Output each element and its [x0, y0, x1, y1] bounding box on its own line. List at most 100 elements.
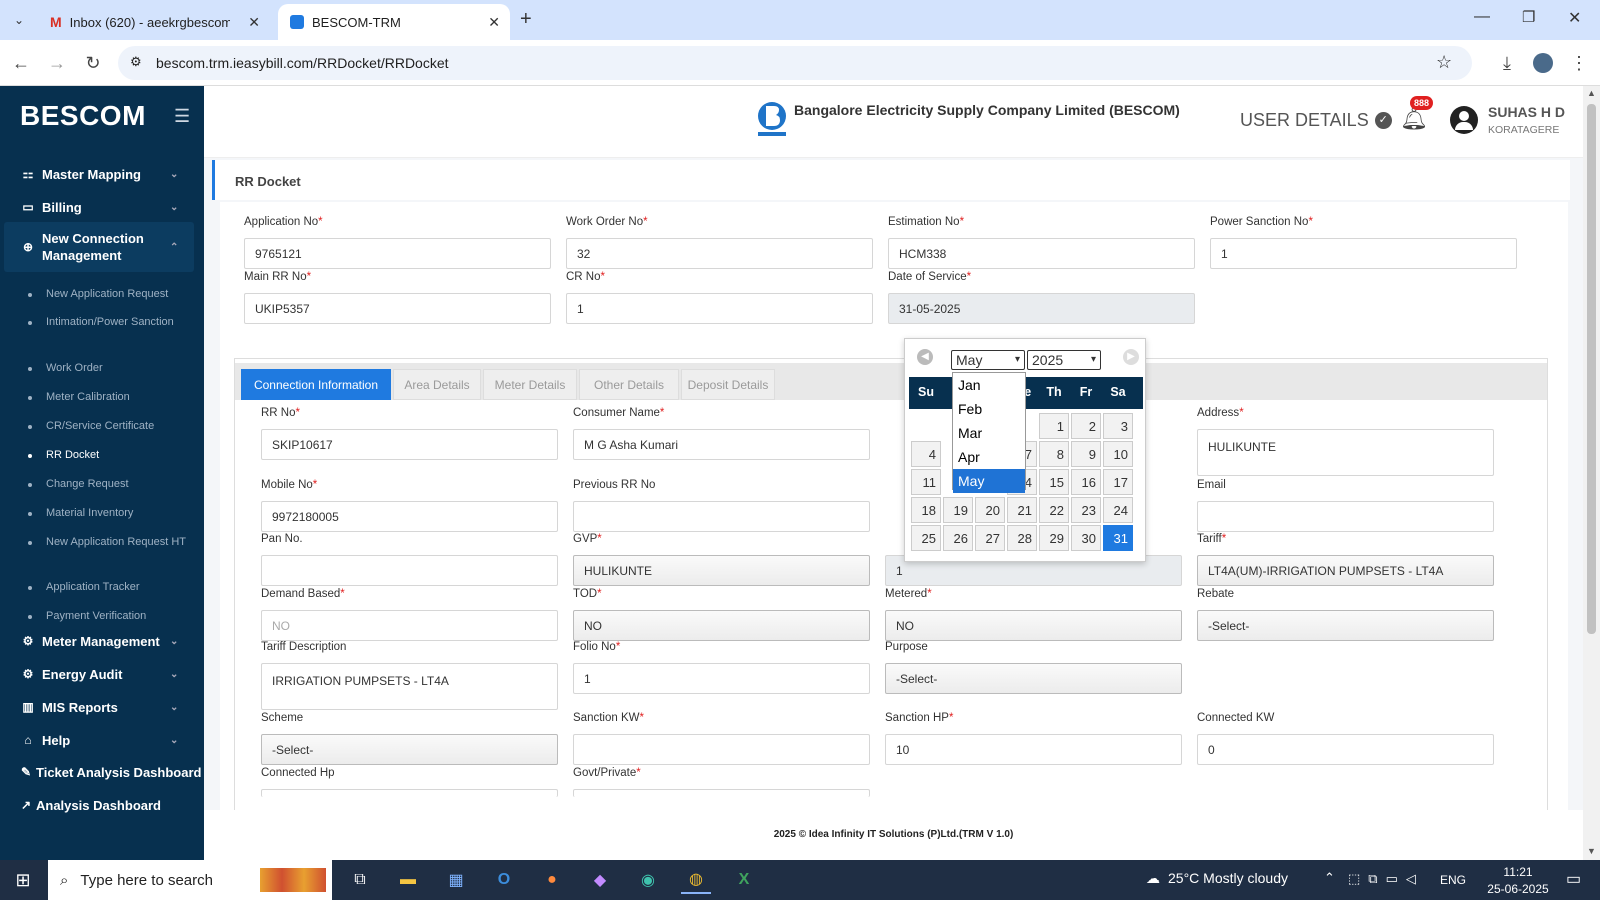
new-tab-icon[interactable]: +: [520, 8, 532, 31]
close-window-icon[interactable]: ✕: [1568, 8, 1581, 28]
day-cell[interactable]: 21: [1007, 497, 1037, 523]
day-cell[interactable]: 2: [1071, 413, 1101, 439]
maximize-icon[interactable]: ❐: [1522, 8, 1535, 26]
store-icon[interactable]: ▦: [441, 866, 471, 894]
taskbar-search-box[interactable]: ⌕ Type here to search: [48, 860, 332, 900]
day-cell[interactable]: 26: [943, 525, 973, 551]
reload-icon[interactable]: ↻: [80, 50, 106, 76]
sidebar-item-new-connection-management[interactable]: ⊕ New Connection Management ⌃: [4, 222, 194, 272]
tray-chevron-up-icon[interactable]: ⌃: [1324, 870, 1335, 886]
tray-icons[interactable]: ⬚⧉▭◁: [1348, 871, 1424, 887]
day-cell[interactable]: 10: [1103, 441, 1133, 467]
tab-connection-information[interactable]: Connection Information: [241, 369, 391, 400]
day-cell[interactable]: 23: [1071, 497, 1101, 523]
sanction-hp-input[interactable]: 10: [885, 734, 1182, 765]
prev-month-icon[interactable]: ◀: [917, 349, 933, 365]
back-icon[interactable]: ←: [8, 50, 34, 76]
excel-icon[interactable]: X: [729, 866, 759, 894]
edge-icon[interactable]: ◉: [633, 866, 663, 894]
purpose-input[interactable]: -Select-: [885, 663, 1182, 694]
rebate-input[interactable]: -Select-: [1197, 610, 1494, 641]
folio-no-input[interactable]: 1: [573, 663, 870, 694]
brand-logo[interactable]: BESCOM: [20, 100, 146, 132]
day-cell[interactable]: 15: [1039, 469, 1069, 495]
previous-rr-no-input[interactable]: [573, 501, 870, 532]
day-cell[interactable]: 25: [911, 525, 941, 551]
email-input[interactable]: [1197, 501, 1494, 532]
demand-based-input[interactable]: NO: [261, 610, 558, 641]
task-view-icon[interactable]: ⧉: [345, 866, 375, 894]
month-option[interactable]: Feb: [953, 397, 1025, 421]
metered-input[interactable]: NO: [885, 610, 1182, 641]
month-option[interactable]: Mar: [953, 421, 1025, 445]
minimize-icon[interactable]: —: [1474, 8, 1490, 26]
download-icon[interactable]: ⤓: [1494, 50, 1520, 76]
day-cell[interactable]: 9: [1071, 441, 1101, 467]
tariff-description-input[interactable]: IRRIGATION PUMPSETS - LT4A: [261, 663, 558, 710]
day-cell[interactable]: 1: [1039, 413, 1069, 439]
date-of-service-input[interactable]: 31-05-2025: [888, 293, 1195, 324]
next-month-icon[interactable]: ▶: [1123, 349, 1139, 365]
day-cell[interactable]: 27: [975, 525, 1005, 551]
estimation-no-input[interactable]: HCM338: [888, 238, 1195, 269]
sidebar-subitem[interactable]: RR Docket: [46, 447, 196, 464]
sidebar-item-ticket-analysis-dashboard[interactable]: ✎ Ticket Analysis Dashboard: [0, 762, 204, 782]
month-select[interactable]: May ▾: [951, 350, 1025, 370]
day-cell[interactable]: 29: [1039, 525, 1069, 551]
application-no-input[interactable]: 9765121: [244, 238, 551, 269]
tab-area-details[interactable]: Area Details: [393, 369, 481, 400]
day-cell[interactable]: 16: [1071, 469, 1101, 495]
cr-no-input[interactable]: 1: [566, 293, 873, 324]
sidebar-item-master-mapping[interactable]: ⚏ Master Mapping ⌄: [0, 164, 204, 184]
address-input[interactable]: HULIKUNTE: [1197, 429, 1494, 476]
firefox-icon[interactable]: ●: [537, 866, 567, 894]
sidebar-subitem[interactable]: Meter Calibration: [46, 389, 196, 406]
day-cell[interactable]: 8: [1039, 441, 1069, 467]
tab-other-details[interactable]: Other Details: [579, 369, 679, 400]
month-option[interactable]: May: [953, 469, 1025, 493]
url-field[interactable]: ⚙ bescom.trm.ieasybill.com/RRDocket/RRDo…: [118, 46, 1472, 80]
rr-no-input[interactable]: SKIP10617: [261, 429, 558, 460]
profile-avatar-icon[interactable]: [1530, 50, 1556, 76]
sidebar-item-billing[interactable]: ▭ Billing ⌄: [0, 197, 204, 217]
day-cell[interactable]: 11: [911, 469, 941, 495]
bookmark-star-icon[interactable]: ☆: [1436, 52, 1452, 73]
main-rr-no-input[interactable]: UKIP5357: [244, 293, 551, 324]
scheme-input[interactable]: -Select-: [261, 734, 558, 765]
user-avatar-icon[interactable]: [1450, 106, 1478, 134]
day-cell[interactable]: 30: [1071, 525, 1101, 551]
outlook-icon[interactable]: O: [489, 866, 519, 894]
close-tab-icon[interactable]: ✕: [488, 14, 500, 31]
pan-no-input[interactable]: [261, 555, 558, 586]
clock-time[interactable]: 11:21: [1488, 865, 1548, 879]
copilot-icon[interactable]: ◆: [585, 866, 615, 894]
day-cell[interactable]: 18: [911, 497, 941, 523]
month-option[interactable]: Jan: [953, 373, 1025, 397]
sidebar-subitem[interactable]: Application Tracker: [46, 579, 196, 596]
year-select[interactable]: 2025 ▾: [1027, 350, 1101, 370]
tab-list-chevron-icon[interactable]: ⌄: [8, 10, 30, 30]
sidebar-subitem[interactable]: Intimation/Power Sanction: [46, 314, 196, 331]
sidebar-subitem[interactable]: Material Inventory: [46, 505, 196, 522]
forward-icon[interactable]: →: [44, 50, 70, 76]
tab-inbox[interactable]: M Inbox (620) - aeekrgbescom.wo ✕: [38, 4, 270, 40]
sidebar-subitem[interactable]: Work Order: [46, 360, 196, 377]
sidebar-item-meter-management[interactable]: ⚙ Meter Management ⌄: [0, 631, 204, 651]
browser-menu-icon[interactable]: ⋮: [1566, 50, 1592, 76]
clock-date[interactable]: 25-06-2025: [1482, 882, 1554, 896]
tab-meter-details[interactable]: Meter Details: [483, 369, 577, 400]
language-indicator[interactable]: ENG: [1440, 873, 1466, 887]
weather-widget[interactable]: ☁ 25°C Mostly cloudy: [1146, 870, 1288, 887]
site-settings-icon[interactable]: ⚙: [130, 54, 142, 70]
day-cell[interactable]: 28: [1007, 525, 1037, 551]
sidebar-item-analysis-dashboard[interactable]: ↗ Analysis Dashboard: [0, 795, 204, 815]
tod-input[interactable]: NO: [573, 610, 870, 641]
sidebar-item-mis-reports[interactable]: ▥ MIS Reports ⌄: [0, 697, 204, 717]
day-cell[interactable]: 24: [1103, 497, 1133, 523]
day-cell[interactable]: 22: [1039, 497, 1069, 523]
sidebar-subitem[interactable]: New Application Request HT: [46, 534, 196, 551]
sidebar-item-energy-audit[interactable]: ⚙ Energy Audit ⌄: [0, 664, 204, 684]
power-sanction-no-input[interactable]: 1: [1210, 238, 1517, 269]
tab-bescom[interactable]: BESCOM-TRM ✕: [278, 4, 510, 40]
notification-center-icon[interactable]: ▭: [1566, 869, 1581, 889]
